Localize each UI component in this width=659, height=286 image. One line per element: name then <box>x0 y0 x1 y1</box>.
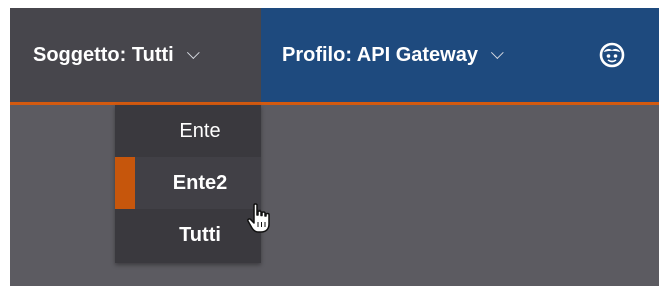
subject-dropdown-menu: Ente Ente2 Tutti <box>115 105 261 263</box>
subject-menu-label: Soggetto: Tutti <box>33 43 174 66</box>
navbar-accent-line <box>10 102 659 105</box>
profile-menu-toggle[interactable]: Profilo: API Gateway <box>261 8 504 102</box>
subject-menu-toggle[interactable]: Soggetto: Tutti <box>10 8 261 102</box>
profile-menu-label: Profilo: API Gateway <box>282 43 478 66</box>
dropdown-item-ente[interactable]: Ente <box>115 105 261 157</box>
chevron-down-icon <box>186 45 200 59</box>
top-navbar: Soggetto: Tutti Profilo: API Gateway <box>10 8 659 102</box>
user-face-icon[interactable] <box>598 41 626 69</box>
dropdown-item-ente2[interactable]: Ente2 <box>115 157 261 209</box>
dropdown-item-label: Ente2 <box>172 171 228 194</box>
selected-indicator <box>115 157 135 209</box>
app-frame: Soggetto: Tutti Profilo: API Gateway Ent… <box>10 8 659 286</box>
chevron-down-icon <box>490 45 504 59</box>
dropdown-item-label: Ente <box>179 119 221 142</box>
dropdown-item-label: Tutti <box>179 223 221 246</box>
hand-pointer-icon <box>247 203 270 233</box>
dropdown-item-tutti[interactable]: Tutti <box>115 209 261 261</box>
